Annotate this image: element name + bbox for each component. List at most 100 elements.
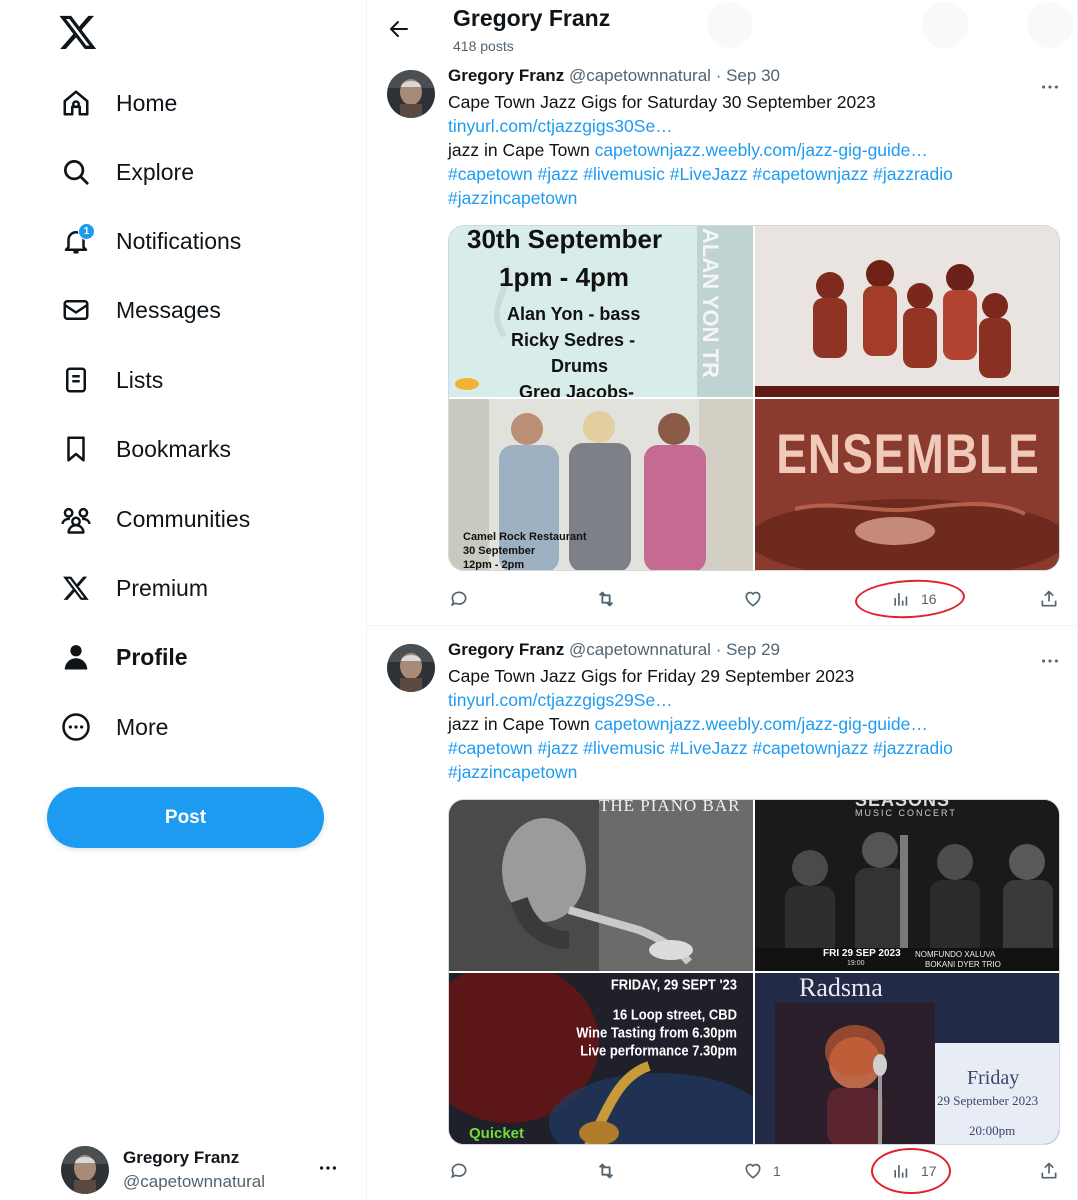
tweet-actions: 16 [437, 577, 1077, 621]
nav-notifications[interactable]: 1 Notifications [56, 215, 241, 267]
reply-button[interactable] [449, 1154, 469, 1188]
poster-date: FRI 29 SEP 2023 [823, 948, 901, 959]
tweet[interactable]: Gregory Franz @capetownnatural · Sep 30 … [367, 66, 1078, 626]
tweet-date[interactable]: Sep 30 [726, 66, 780, 85]
header-ghost-button [922, 2, 968, 48]
x-logo-icon[interactable] [58, 12, 98, 52]
nav-profile[interactable]: Profile [56, 631, 188, 683]
avatar[interactable] [387, 70, 435, 118]
poster-line: Live performance 7.30pm [580, 1042, 737, 1059]
more-horizontal-icon[interactable] [317, 1157, 339, 1179]
poster-title: THE PIANO BAR [599, 800, 741, 815]
poster-line: Drums [551, 356, 609, 376]
annotation-circle [854, 577, 966, 621]
tweet-author-name[interactable]: Gregory Franz [448, 66, 564, 85]
like-button[interactable] [743, 582, 773, 616]
tweet-link[interactable]: tinyurl.com/ctjazzgigs29Se… [448, 690, 673, 710]
person-icon [56, 637, 96, 677]
nav-home[interactable]: Home [56, 77, 177, 129]
poster-date: 29 September 2023 [937, 1093, 1039, 1108]
media-image[interactable]: ENSEMBLE [755, 399, 1059, 570]
profile-timeline: Gregory Franz 418 posts Gregory Franz @c… [366, 0, 1078, 1200]
avatar[interactable] [387, 644, 435, 692]
media-image[interactable] [755, 226, 1059, 397]
poster-title: Radsma [799, 973, 883, 1002]
retweet-icon [598, 591, 614, 607]
reply-icon [450, 591, 467, 607]
tweet-hashtags[interactable]: #jazzincapetown [448, 188, 577, 208]
like-button[interactable]: 1 [743, 1154, 781, 1188]
nav-profile-label: Profile [116, 643, 188, 670]
header-title: Gregory Franz [453, 5, 611, 31]
tweet-hashtags[interactable]: #capetown #jazz #livemusic #LiveJazz #ca… [448, 738, 953, 758]
avatar [61, 1146, 109, 1194]
share-button[interactable] [1039, 582, 1059, 616]
poster-artist: BOKANI DYER TRIO [925, 960, 1001, 969]
list-icon [56, 360, 96, 400]
tweet-text: Cape Town Jazz Gigs for Saturday 30 Sept… [448, 90, 1058, 210]
tweet-media-grid[interactable]: 30th September 1pm - 4pm Alan Yon - bass… [448, 225, 1060, 571]
tweet-hashtags[interactable]: #capetown #jazz #livemusic #LiveJazz #ca… [448, 164, 953, 184]
media-image[interactable]: SEASONS MUSIC CONCERT FRI 29 SEP 2023 19… [755, 800, 1059, 971]
tweet-media-grid[interactable]: THE PIANO BAR SEASONS MUSIC CONCERT FRI … [448, 799, 1060, 1145]
retweet-button[interactable] [595, 1154, 617, 1188]
tweet-text-line: Cape Town Jazz Gigs for Saturday 30 Sept… [448, 92, 876, 112]
media-image[interactable]: 30th September 1pm - 4pm Alan Yon - bass… [449, 226, 753, 397]
poster-line: 16 Loop street, CBD [612, 1006, 737, 1023]
tweet-meta: Gregory Franz @capetownnatural · Sep 29 [448, 640, 780, 660]
annotation-circle [871, 1148, 951, 1194]
post-button[interactable]: Post [47, 787, 324, 848]
nav-more[interactable]: More [56, 701, 168, 753]
poster-date: FRIDAY, 29 SEPT '23 [610, 976, 737, 993]
nav-premium-label: Premium [116, 574, 209, 601]
poster-time: 1pm - 4pm [499, 262, 630, 292]
tweet-text-line: jazz in Cape Town [448, 140, 590, 160]
tweet-author-handle[interactable]: @capetownnatural [569, 640, 711, 659]
nav-messages[interactable]: Messages [56, 284, 221, 336]
tweet-author-handle[interactable]: @capetownnatural [569, 66, 711, 85]
tweet-author-name[interactable]: Gregory Franz [448, 640, 564, 659]
tweet-link[interactable]: capetownjazz.weebly.com/jazz-gig-guide… [595, 140, 928, 160]
header-ghost-button [1027, 2, 1073, 48]
search-icon [56, 152, 96, 192]
media-image[interactable]: THE PIANO BAR [449, 800, 753, 971]
tweet-divider [367, 625, 1078, 626]
tweet-text-line: jazz in Cape Town [448, 714, 590, 734]
nav-home-label: Home [116, 89, 178, 116]
share-button[interactable] [1039, 1154, 1059, 1188]
tweet-meta: Gregory Franz @capetownnatural · Sep 30 [448, 66, 780, 86]
poster-time: 19:00 [847, 960, 865, 967]
sidebar: Home Explore 1 Notifications Messages Li… [0, 0, 366, 1200]
nav-communities-label: Communities [116, 505, 251, 532]
photo-caption: 12pm - 2pm [463, 559, 525, 571]
tweet-separator: · [715, 66, 722, 85]
back-arrow-icon[interactable] [387, 17, 411, 41]
account-handle: @capetownnatural [123, 1172, 266, 1191]
notification-badge: 1 [78, 223, 95, 240]
tweet-link[interactable]: tinyurl.com/ctjazzgigs30Se… [448, 116, 673, 136]
poster-date: 30th September [467, 226, 663, 254]
header-ghost-button [707, 2, 753, 48]
nav-explore[interactable]: Explore [56, 146, 194, 198]
nav-bookmarks[interactable]: Bookmarks [56, 423, 231, 475]
tweet-date[interactable]: Sep 29 [726, 640, 780, 659]
media-image[interactable]: FRIDAY, 29 SEPT '23 16 Loop street, CBD … [449, 973, 753, 1144]
tweet[interactable]: Gregory Franz @capetownnatural · Sep 29 … [367, 640, 1078, 1200]
sax-poster-graphic [449, 973, 753, 1144]
account-switcher[interactable]: Gregory Franz @capetownnatural [61, 1145, 351, 1195]
retweet-button[interactable] [595, 582, 617, 616]
reply-button[interactable] [449, 582, 469, 616]
tweet-link[interactable]: capetownjazz.weebly.com/jazz-gig-guide… [595, 714, 928, 734]
tweet-hashtags[interactable]: #jazzincapetown [448, 762, 577, 782]
nav-communities[interactable]: Communities [56, 493, 250, 545]
poster-line: Ricky Sedres - [511, 330, 636, 350]
nav-messages-label: Messages [116, 296, 221, 323]
nav-lists[interactable]: Lists [56, 354, 163, 406]
home-icon [56, 83, 96, 123]
poster-vertical-title: ALAN YON TR [698, 228, 723, 378]
tweet-text: Cape Town Jazz Gigs for Friday 29 Septem… [448, 664, 1058, 784]
media-image[interactable]: Radsma Friday 29 September 2023 20:00pm [755, 973, 1059, 1144]
media-image[interactable]: Camel Rock Restaurant 30 September 12pm … [449, 399, 753, 571]
poster-day: Friday [967, 1067, 1020, 1089]
nav-premium[interactable]: Premium [56, 562, 208, 614]
